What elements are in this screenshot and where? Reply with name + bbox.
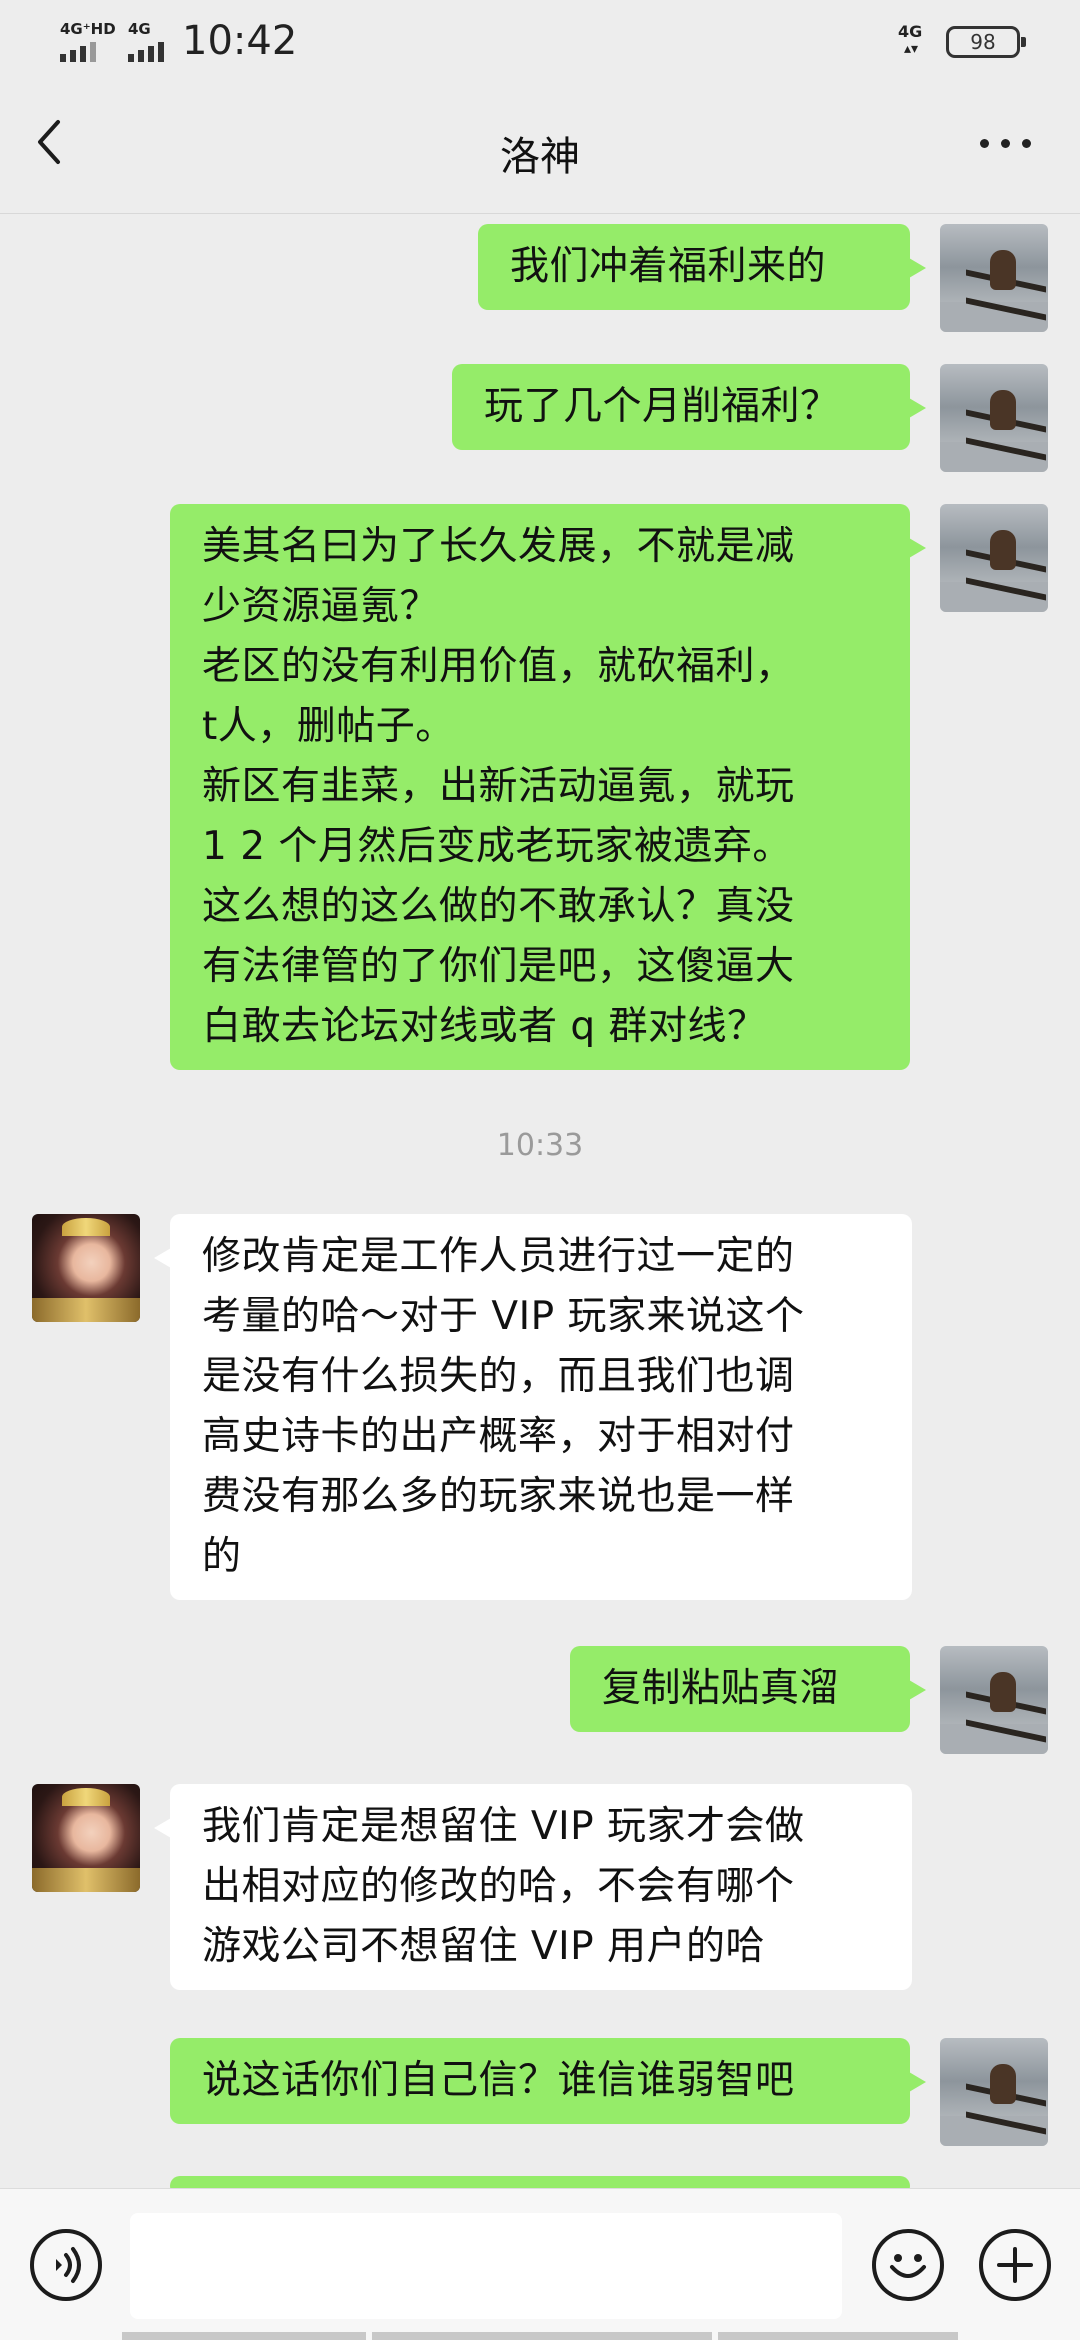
message-line: t人，删帖子。 xyxy=(202,704,455,749)
message-text: 玩了几个月削福利？ xyxy=(484,384,840,429)
my-avatar[interactable] xyxy=(940,504,1048,612)
more-dots-icon xyxy=(979,138,989,148)
nav-hint-bar xyxy=(718,2332,958,2340)
status-bar: 4G⁺HD 4G 10:42 4G ▴▾ 98 xyxy=(0,0,1080,84)
input-bar xyxy=(0,2188,1080,2340)
sim2-label: 4G xyxy=(128,20,151,38)
message-line: 这么想的这么做的不敢承认？真没 xyxy=(202,884,795,929)
message-bubble-mine[interactable]: 美其名曰为了长久发展，不就是减 少资源逼氪？ 老区的没有利用价值，就砍福利， t… xyxy=(170,504,926,1070)
message-bubble-mine[interactable]: 说这话你们自己信？谁信谁弱智吧 xyxy=(170,2038,926,2124)
message-bubble-contact[interactable]: 我们肯定是想留住 VIP 玩家才会做 出相对应的修改的哈，不会有哪个 游戏公司不… xyxy=(154,1784,912,1990)
message-line: 修改肯定是工作人员进行过一定的 xyxy=(202,1234,795,1279)
chat-title: 洛神 xyxy=(500,134,580,180)
message-line: 新区有韭菜，出新活动逼氪，就玩 xyxy=(202,764,795,809)
header-divider xyxy=(0,213,1080,214)
message-input[interactable] xyxy=(130,2213,842,2319)
signal-bars-icon xyxy=(60,42,96,62)
network-label: 4G xyxy=(898,22,923,41)
sim1-label: 4G⁺HD xyxy=(60,20,116,38)
message-line: 我们肯定是想留住 VIP 玩家才会做 xyxy=(202,1804,805,1849)
battery-icon: 98 xyxy=(946,26,1026,58)
message-line: 游戏公司不想留住 VIP 用户的哈 xyxy=(202,1924,765,1969)
voice-icon xyxy=(56,2247,81,2283)
message-text: 我们冲着福利来的 xyxy=(510,244,827,289)
signal-bars-icon xyxy=(128,42,164,62)
message-line: 是没有什么损失的，而且我们也调 xyxy=(202,1354,795,1399)
plus-icon xyxy=(997,2247,1033,2283)
sim2-signal: 4G xyxy=(128,20,172,62)
chat-timestamp: 10:33 xyxy=(496,1128,584,1163)
my-avatar[interactable] xyxy=(940,2038,1048,2146)
message-bubble-mine[interactable]: 玩了几个月削福利？ xyxy=(452,364,926,450)
message-line: 出相对应的修改的哈，不会有哪个 xyxy=(202,1864,795,1909)
voice-button[interactable] xyxy=(30,2229,102,2301)
message-line: 的 xyxy=(202,1534,242,1579)
nav-hint-bar xyxy=(122,2332,366,2340)
message-line: 美其名曰为了长久发展，不就是减 xyxy=(202,524,795,569)
message-line: 考量的哈～对于 VIP 玩家来说这个 xyxy=(202,1294,805,1339)
status-time: 10:42 xyxy=(182,18,298,64)
message-bubble-mine[interactable]: 我们冲着福利来的 xyxy=(478,224,926,310)
chat-header: 洛神 xyxy=(0,84,1080,214)
emoji-button[interactable] xyxy=(872,2229,944,2301)
message-line: 老区的没有利用价值，就砍福利， xyxy=(202,644,795,689)
contact-avatar[interactable] xyxy=(32,1784,140,1892)
more-button[interactable] xyxy=(970,128,1040,158)
message-line: 费没有那么多的玩家来说也是一样 xyxy=(202,1474,795,1519)
message-line: 有法律管的了你们是吧，这傻逼大 xyxy=(202,944,795,989)
battery-level: 98 xyxy=(970,30,996,54)
message-bubble-mine[interactable]: 复制粘贴真溜 xyxy=(570,1646,926,1732)
message-line: 少资源逼氪？ xyxy=(202,584,440,629)
message-line: 1 2 个月然后变成老玩家被遗弃。 xyxy=(202,824,792,869)
sim1-signal: 4G⁺HD xyxy=(60,20,116,62)
message-text: 复制粘贴真溜 xyxy=(602,1666,840,1711)
network-indicator: 4G ▴▾ xyxy=(898,22,932,62)
my-avatar[interactable] xyxy=(940,224,1048,332)
message-line: 白敢去论坛对线或者 q 群对线？ xyxy=(202,1004,767,1049)
message-text: 说这话你们自己信？谁信谁弱智吧 xyxy=(202,2058,795,2103)
emoji-icon xyxy=(890,2254,926,2278)
nav-hint-bar xyxy=(372,2332,712,2340)
message-line: 高史诗卡的出产概率，对于相对付 xyxy=(202,1414,795,1459)
my-avatar[interactable] xyxy=(940,364,1048,472)
contact-avatar[interactable] xyxy=(32,1214,140,1322)
plus-button[interactable] xyxy=(979,2229,1051,2301)
message-bubble-contact[interactable]: 修改肯定是工作人员进行过一定的 考量的哈～对于 VIP 玩家来说这个 是没有什么… xyxy=(154,1214,912,1600)
data-arrows-icon: ▴▾ xyxy=(904,41,919,57)
my-avatar[interactable] xyxy=(940,1646,1048,1754)
